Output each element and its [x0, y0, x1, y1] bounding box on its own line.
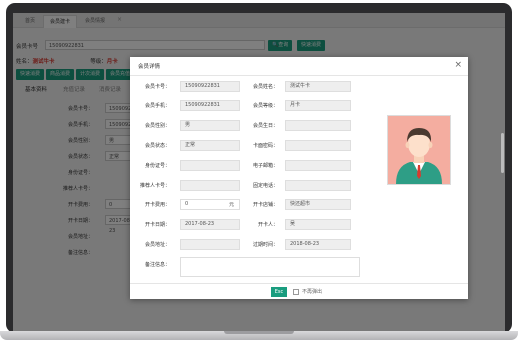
esc-button[interactable]: Esc	[271, 287, 287, 297]
expire-label: 过期时间：	[252, 242, 278, 248]
tel-label: 固定电话：	[252, 183, 278, 189]
idcard-label: 身份证号：	[144, 163, 170, 169]
birthday-field[interactable]	[285, 120, 351, 131]
fee-unit: 元	[229, 202, 235, 208]
phone-field[interactable]: 15090922831	[180, 100, 240, 111]
opener-field[interactable]: 吴	[285, 219, 351, 230]
page-scrollbar[interactable]	[501, 133, 504, 173]
modal-title: 会员详情	[138, 64, 161, 70]
name-label: 会员姓名：	[252, 84, 278, 90]
avatar-illustration	[396, 128, 442, 184]
remark-label: 备注信息：	[144, 262, 170, 268]
card-no-field[interactable]: 15090922831	[180, 81, 240, 92]
level-field[interactable]: 月卡	[285, 100, 351, 111]
tel-field[interactable]	[285, 180, 351, 191]
expire-field[interactable]: 2018-08-23	[285, 239, 351, 250]
phone-label: 会员手机：	[144, 103, 170, 109]
opener-label: 开卡人：	[257, 222, 278, 228]
open-date-field[interactable]: 2017-08-23	[180, 219, 240, 230]
address-field[interactable]	[180, 239, 240, 250]
name-field[interactable]: 测试牛卡	[285, 81, 351, 92]
status-field[interactable]: 正常	[180, 140, 240, 151]
email-label: 电子邮箱：	[252, 163, 278, 169]
member-detail-modal: 会员详情 × 会员卡号： 15090922831 会员姓名： 测试牛卡 会员手机…	[130, 57, 468, 299]
email-field[interactable]	[285, 160, 351, 171]
fee-label: 开卡费用：	[144, 202, 170, 208]
gender-label: 会员性别：	[144, 123, 170, 129]
store-field[interactable]: 快还超市	[285, 199, 351, 210]
remark-textarea[interactable]	[180, 257, 360, 277]
birthday-label: 会员生日：	[252, 123, 278, 129]
modal-footer: Esc 不再弹出	[130, 283, 468, 300]
avatar	[387, 115, 451, 185]
close-icon[interactable]: ×	[454, 60, 462, 70]
open-date-label: 开卡日期：	[144, 222, 170, 228]
password-field[interactable]	[285, 140, 351, 151]
status-label: 会员状态：	[144, 143, 170, 149]
idcard-field[interactable]	[180, 160, 240, 171]
address-label: 会员地址：	[144, 242, 170, 248]
no-popup-label: 不再弹出	[302, 289, 323, 295]
referrer-label: 推荐人卡号：	[139, 183, 170, 189]
modal-header: 会员详情 ×	[130, 57, 468, 76]
laptop-frame: 首页 会员建卡 会员情报 × 会员卡号 15090922831 🔍查询 快速消费…	[0, 0, 518, 340]
store-label: 开卡店铺：	[252, 202, 278, 208]
gender-field[interactable]: 男	[180, 120, 240, 131]
level-label: 会员等级：	[252, 103, 278, 109]
referrer-field[interactable]	[180, 180, 240, 191]
laptop-notch	[224, 331, 294, 334]
password-label: 卡面密码：	[252, 143, 278, 149]
no-popup-checkbox[interactable]	[293, 289, 299, 295]
card-no-label: 会员卡号：	[144, 84, 170, 90]
